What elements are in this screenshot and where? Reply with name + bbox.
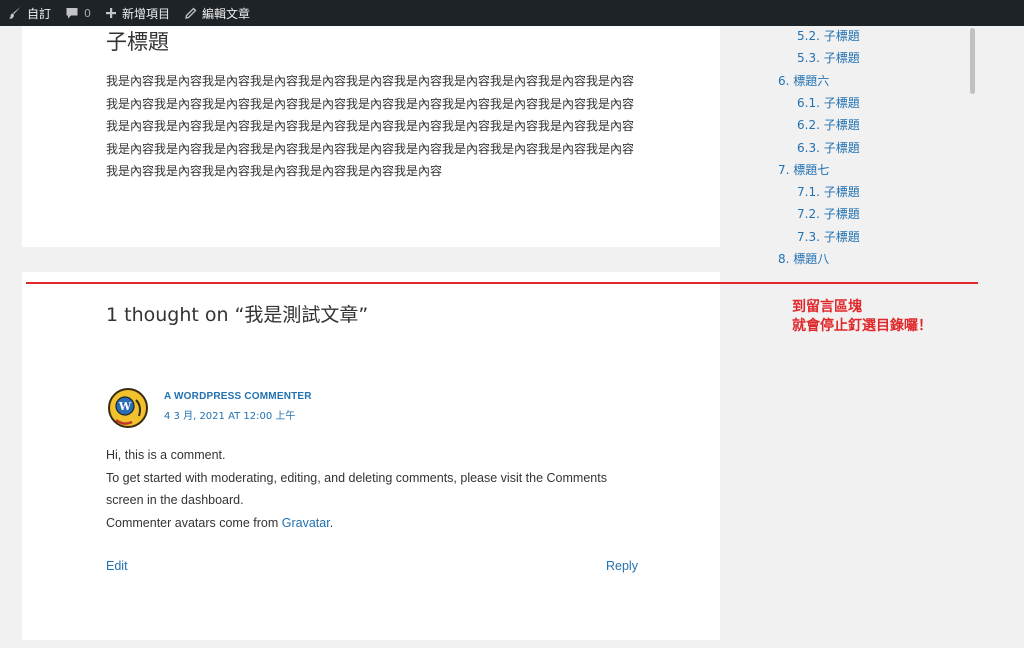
article-subheading: 子標題 — [106, 30, 169, 54]
toc-heading-link[interactable]: 7. 標題七 — [778, 161, 829, 178]
comment-author-link[interactable]: A WORDPRESS COMMENTER — [164, 391, 312, 402]
comment-date-link[interactable]: 4 3 月, 2021 AT 12:00 上午 — [164, 407, 295, 422]
comments-count: 0 — [84, 6, 92, 20]
customize-label: 自訂 — [27, 6, 52, 21]
toc-subheading-link[interactable]: 6.1. 子標題 — [797, 94, 860, 111]
toc-subheading-link[interactable]: 7.3. 子標題 — [797, 228, 860, 245]
comments-menu-item[interactable]: 0 — [65, 6, 91, 20]
comment-line-4-prefix: Commenter avatars come from — [106, 515, 282, 530]
wordpress-avatar-icon: W — [108, 388, 148, 428]
edit-comment-link[interactable]: Edit — [106, 559, 128, 573]
toc-subheading-link[interactable]: 5.3. 子標題 — [797, 49, 860, 66]
comment-line-3: screen in the dashboard. — [106, 493, 244, 507]
annotation-line-2: 就會停止釘選目錄囉！ — [792, 318, 932, 334]
comment-line-4-suffix: . — [329, 515, 334, 530]
pencil-icon — [185, 7, 197, 19]
annotation-divider-line — [26, 282, 978, 284]
edit-post-label: 編輯文章 — [202, 6, 251, 21]
toc-heading-link[interactable]: 8. 標題八 — [778, 250, 829, 267]
toc-subheading-link[interactable]: 6.3. 子標題 — [797, 139, 860, 156]
plus-icon — [106, 8, 117, 18]
comment-bubble-icon — [66, 8, 78, 19]
toc-scrollbar-thumb[interactable] — [970, 28, 975, 94]
annotation-note: 到留言區塊 就會停止釘選目錄囉！ — [792, 298, 932, 336]
admin-bar: 自訂 0 新增項目 編輯文章 — [0, 0, 1024, 26]
paintbrush-icon — [9, 7, 21, 19]
toc-subheading-link[interactable]: 7.2. 子標題 — [797, 205, 860, 222]
comment-line-2: To get started with moderating, editing,… — [106, 470, 607, 485]
toc-subheading-link[interactable]: 6.2. 子標題 — [797, 116, 860, 133]
annotation-line-1: 到留言區塊 — [792, 299, 862, 315]
customize-menu-item[interactable]: 自訂 — [8, 5, 51, 22]
toc-subheading-link[interactable]: 5.2. 子標題 — [797, 27, 860, 44]
article-paragraph: 我是內容我是內容我是內容我是內容我是內容我是內容我是內容我是內容我是內容我是內容… — [106, 74, 635, 178]
comments-title: 1 thought on “我是測試文章” — [106, 304, 369, 326]
comment-line-4: Commenter avatars come from Gravatar. — [106, 512, 636, 535]
comment-body: Hi, this is a comment. To get started wi… — [106, 444, 636, 534]
new-item-label: 新增項目 — [122, 6, 171, 21]
toc-heading-link[interactable]: 6. 標題六 — [778, 72, 829, 89]
comment-line-1: Hi, this is a comment. — [106, 448, 226, 462]
reply-comment-link[interactable]: Reply — [606, 559, 638, 573]
gravatar-link[interactable]: Gravatar — [282, 516, 330, 530]
new-item-menu-item[interactable]: 新增項目 — [105, 5, 170, 22]
svg-text:W: W — [118, 400, 132, 413]
toc-subheading-link[interactable]: 7.1. 子標題 — [797, 183, 860, 200]
edit-post-menu-item[interactable]: 編輯文章 — [184, 5, 250, 22]
